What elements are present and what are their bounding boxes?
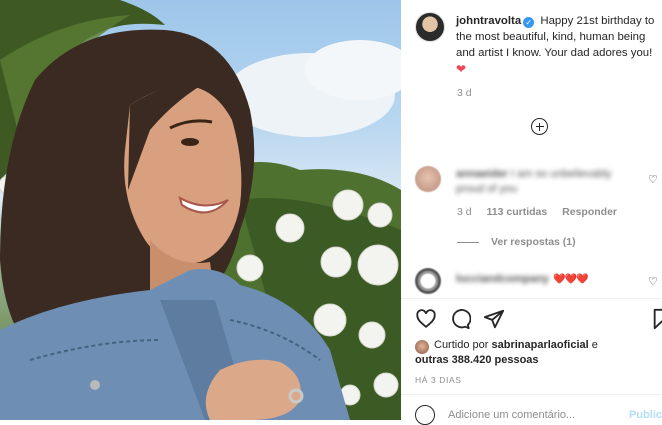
liked-by-connector: e <box>591 339 598 351</box>
post-photo[interactable] <box>0 0 401 420</box>
comment-avatar[interactable] <box>415 166 441 192</box>
verified-badge-icon: ✓ <box>523 17 535 28</box>
reply-button[interactable]: Responder <box>562 206 617 218</box>
heart-outline-icon[interactable] <box>415 308 437 330</box>
comment-timestamp[interactable]: 3 d <box>457 206 472 218</box>
liked-by-user[interactable]: sabrinaparlaoficial <box>491 339 588 351</box>
load-more-comments-button[interactable] <box>531 118 548 135</box>
divider <box>401 298 662 299</box>
divider-line <box>457 241 479 243</box>
post-timestamp[interactable]: HÁ 3 DIAS <box>415 375 462 385</box>
view-replies-label: Ver respostas (1) <box>491 236 576 248</box>
comment-avatar[interactable] <box>415 268 441 294</box>
caption-text: johntravolta ✓ Happy 21st birthday to the… <box>456 13 656 78</box>
red-heart-emoji: ❤ <box>456 62 467 76</box>
comment-text: annaeider I am so unbelievably proud of … <box>456 167 631 197</box>
liked-by-others[interactable]: outras 388.420 pessoas <box>415 354 539 366</box>
post-action-bar <box>415 308 662 334</box>
comment-username[interactable]: annaeider <box>456 168 508 180</box>
publish-button[interactable]: Publicar <box>629 409 662 421</box>
avatar[interactable] <box>415 12 445 42</box>
paper-plane-icon[interactable] <box>483 308 505 330</box>
speech-bubble-icon[interactable] <box>449 308 472 330</box>
caption-timestamp[interactable]: 3 d <box>457 87 472 99</box>
liked-by-text: Curtido por sabrinaparlaoficial e outras… <box>415 338 655 368</box>
comment-input[interactable]: Adicione um comentário... <box>448 409 575 421</box>
comment-like-heart-icon[interactable]: ♡ <box>648 275 658 288</box>
bookmark-icon[interactable] <box>651 308 662 330</box>
post-details-panel: johntravolta ✓ Happy 21st birthday to the… <box>401 0 662 425</box>
comment-likes-count[interactable]: 113 curtidas <box>487 206 548 218</box>
emoji-icon[interactable] <box>415 405 435 425</box>
liked-by-prefix: Curtido por <box>434 339 489 351</box>
comment-username[interactable]: lucciandcompany <box>456 273 549 285</box>
view-replies-button[interactable]: Ver respostas (1) <box>457 236 576 248</box>
comment-body: ❤️❤️❤️ <box>553 274 588 285</box>
comment-meta: 3 d 113 curtidas Responder <box>457 206 629 218</box>
comment-like-heart-icon[interactable]: ♡ <box>648 173 660 186</box>
photo-illustration <box>0 0 401 420</box>
caption-username[interactable]: johntravolta <box>456 15 521 27</box>
divider <box>401 394 662 395</box>
comment-text: lucciandcompany ❤️❤️❤️ <box>456 269 641 287</box>
